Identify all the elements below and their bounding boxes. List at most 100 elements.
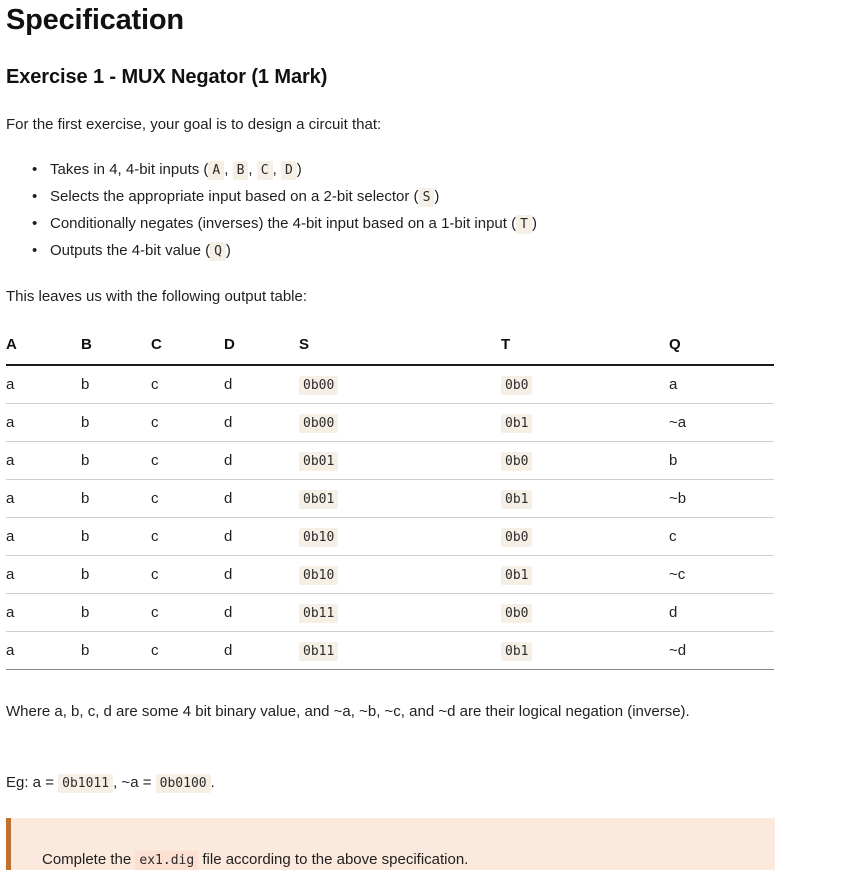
table-cell: 0b0 (501, 593, 669, 632)
callout-text: Complete the ex1.dig file according to t… (42, 847, 468, 870)
table-cell: d (224, 479, 299, 518)
table-column-header-q: Q (669, 336, 774, 366)
table-row: a b c d 0b11 0b0 d (6, 593, 774, 632)
table-cell: c (151, 441, 224, 480)
table-row: a b c d 0b10 0b1 ~c (6, 555, 774, 594)
table-cell: a (6, 517, 81, 556)
table-cell: c (669, 517, 774, 556)
requirement-separator: , (272, 161, 281, 178)
table-cell: c (151, 631, 224, 670)
table-row: a b c d 0b00 0b1 ~a (6, 403, 774, 442)
table-cell: b (81, 479, 151, 518)
table-cell: c (151, 517, 224, 556)
table-row: a b c d 0b00 0b0 a (6, 365, 774, 404)
table-cell: 0b01 (299, 441, 501, 480)
requirement-tail: ) (225, 242, 231, 259)
requirement-tail: ) (531, 215, 537, 232)
table-cell: c (151, 593, 224, 632)
table-row: a b c d 0b11 0b1 ~d (6, 631, 774, 670)
table-cell: ~c (669, 555, 774, 594)
table-cell: d (224, 365, 299, 404)
table-cell: a (6, 403, 81, 442)
binary-value-code: 0b11 (299, 642, 339, 661)
binary-value-code: 0b01 (299, 490, 339, 509)
binary-value-code: 0b00 (299, 376, 339, 395)
specification-document: Specification Exercise 1 - MUX Negator (… (0, 0, 860, 870)
output-table-container: ABCDSTQ a b c d 0b00 0b0 a a b c d 0b00 0b1 ~a a b c d 0b0… (6, 336, 774, 670)
requirement-text: Conditionally negates (inverses) the 4-b… (50, 215, 517, 232)
binary-value-code: 0b1 (501, 414, 533, 433)
table-cell: b (81, 555, 151, 594)
section-heading-exercise-1: Exercise 1 - MUX Negator (1 Mark) (6, 66, 328, 88)
example-value-a: 0b1011 (58, 774, 114, 793)
binary-value-code: 0b00 (299, 414, 339, 433)
page-title: Specification (6, 4, 184, 36)
binary-value-code: 0b11 (299, 604, 339, 623)
table-cell: 0b00 (299, 365, 501, 404)
requirement-text: Selects the appropriate input based on a… (50, 188, 419, 205)
signal-code: B (232, 161, 249, 180)
binary-value-code: 0b0 (501, 452, 533, 471)
where-paragraph: Where a, b, c, d are some 4 bit binary v… (6, 703, 690, 720)
table-cell: d (224, 441, 299, 480)
requirement-text: Outputs the 4-bit value ( (50, 242, 211, 259)
table-cell: a (6, 593, 81, 632)
callout-text-before: Complete the (42, 851, 136, 868)
table-cell: 0b1 (501, 479, 669, 518)
table-cell: 0b0 (501, 441, 669, 480)
output-table: ABCDSTQ a b c d 0b00 0b0 a a b c d 0b00 0b1 ~a a b c d 0b0… (6, 336, 774, 670)
table-cell: ~d (669, 631, 774, 670)
signal-code: A (208, 161, 225, 180)
table-cell: c (151, 555, 224, 594)
table-cell: b (81, 365, 151, 404)
example-middle: , ~a = (113, 774, 156, 791)
table-cell: d (224, 555, 299, 594)
binary-value-code: 0b0 (501, 528, 533, 547)
table-cell: c (151, 403, 224, 442)
table-cell: 0b10 (299, 517, 501, 556)
table-cell: d (224, 517, 299, 556)
requirements-list: Takes in 4, 4-bit inputs (A, B, C, D) Sel… (6, 156, 537, 264)
table-column-header-c: C (151, 336, 224, 366)
table-cell: 0b11 (299, 631, 501, 670)
requirement-item: Takes in 4, 4-bit inputs (A, B, C, D) (32, 156, 537, 183)
table-cell: c (151, 479, 224, 518)
callout-file-code: ex1.dig (135, 851, 199, 870)
table-cell: b (81, 517, 151, 556)
table-cell: 0b10 (299, 555, 501, 594)
table-cell: 0b0 (501, 365, 669, 404)
table-cell: c (151, 365, 224, 404)
requirement-item: Outputs the 4-bit value (Q) (32, 237, 537, 264)
binary-value-code: 0b10 (299, 528, 339, 547)
table-cell: a (6, 365, 81, 404)
signal-code: T (516, 215, 532, 234)
output-table-head: ABCDSTQ (6, 336, 774, 366)
binary-value-code: 0b10 (299, 566, 339, 585)
requirement-separator: , (248, 161, 257, 178)
requirement-tail: ) (434, 188, 440, 205)
table-column-header-d: D (224, 336, 299, 366)
table-cell: b (81, 593, 151, 632)
table-column-header-a: A (6, 336, 81, 366)
output-table-body: a b c d 0b00 0b0 a a b c d 0b00 0b1 ~a a b c d 0b01 0b0 b a b c… (6, 365, 774, 670)
table-row: a b c d 0b01 0b0 b (6, 441, 774, 480)
example-prefix: Eg: a = (6, 774, 59, 791)
binary-value-code: 0b0 (501, 604, 533, 623)
example-value-not-a: 0b0100 (155, 774, 211, 793)
example-paragraph: Eg: a = 0b1011, ~a = 0b0100. (6, 770, 215, 796)
table-cell: a (6, 631, 81, 670)
table-column-header-t: T (501, 336, 669, 366)
table-cell: b (669, 441, 774, 480)
table-cell: ~b (669, 479, 774, 518)
table-cell: d (224, 631, 299, 670)
requirement-item: Conditionally negates (inverses) the 4-b… (32, 210, 537, 237)
table-cell: 0b1 (501, 403, 669, 442)
table-column-header-b: B (81, 336, 151, 366)
signal-code: C (256, 161, 273, 180)
table-cell: 0b01 (299, 479, 501, 518)
table-lead-paragraph: This leaves us with the following output… (6, 288, 308, 305)
table-cell: 0b0 (501, 517, 669, 556)
example-suffix: . (210, 774, 215, 791)
signal-code: Q (210, 242, 226, 261)
table-cell: 0b1 (501, 555, 669, 594)
